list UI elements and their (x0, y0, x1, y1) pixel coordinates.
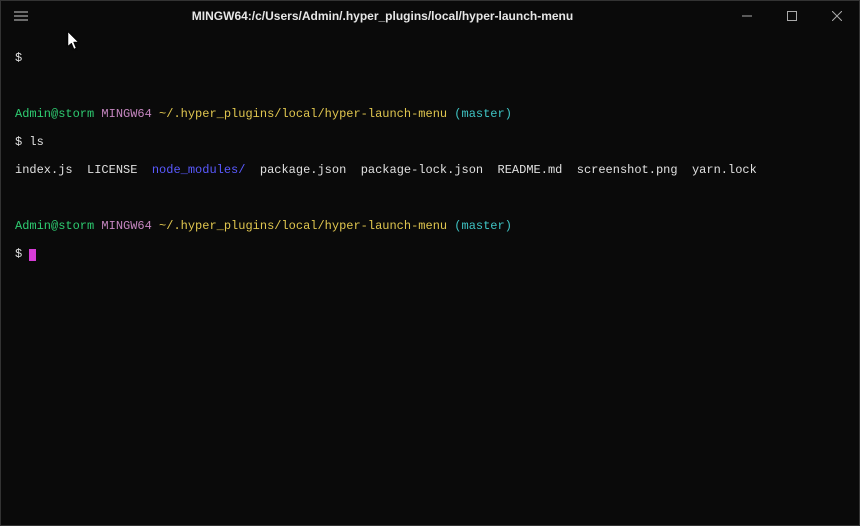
terminal-line: Admin@storm MINGW64 ~/.hyper_plugins/loc… (15, 107, 845, 121)
prompt-dollar: $ (15, 247, 29, 261)
close-button[interactable] (814, 1, 859, 31)
ls-item: package.json (260, 163, 346, 177)
ls-item-dir: node_modules/ (152, 163, 246, 177)
prompt-system: MINGW64 (101, 107, 151, 121)
terminal-line: Admin@storm MINGW64 ~/.hyper_plugins/loc… (15, 219, 845, 233)
minimize-icon (742, 11, 752, 21)
prompt-branch: (master) (454, 107, 512, 121)
terminal-line: $ (15, 247, 845, 261)
ls-item: yarn.lock (692, 163, 757, 177)
prompt-user: Admin@storm (15, 107, 94, 121)
prompt-user: Admin@storm (15, 219, 94, 233)
maximize-button[interactable] (769, 1, 814, 31)
terminal-line: $ ls (15, 135, 845, 149)
window-controls (724, 1, 859, 31)
prompt-path: ~/.hyper_plugins/local/hyper-launch-menu (159, 107, 447, 121)
terminal-line: $ (15, 51, 845, 65)
titlebar: MINGW64:/c/Users/Admin/.hyper_plugins/lo… (1, 1, 859, 31)
maximize-icon (787, 11, 797, 21)
close-icon (832, 11, 842, 21)
prompt-dollar: $ (15, 51, 22, 65)
hamburger-icon (14, 11, 28, 21)
prompt-system: MINGW64 (101, 219, 151, 233)
hamburger-menu-button[interactable] (1, 1, 41, 31)
ls-item: package-lock.json (361, 163, 483, 177)
window-title: MINGW64:/c/Users/Admin/.hyper_plugins/lo… (41, 9, 724, 23)
prompt-dollar: $ (15, 135, 29, 149)
terminal-line (15, 79, 845, 93)
minimize-button[interactable] (724, 1, 769, 31)
terminal-line: index.js LICENSE node_modules/ package.j… (15, 163, 845, 177)
prompt-branch: (master) (454, 219, 512, 233)
ls-item: screenshot.png (577, 163, 678, 177)
terminal-cursor (29, 249, 36, 261)
ls-item: LICENSE (87, 163, 137, 177)
command-text: ls (29, 135, 43, 149)
prompt-path: ~/.hyper_plugins/local/hyper-launch-menu (159, 219, 447, 233)
terminal-output[interactable]: $ Admin@storm MINGW64 ~/.hyper_plugins/l… (1, 31, 859, 281)
ls-item: index.js (15, 163, 73, 177)
terminal-line (15, 191, 845, 205)
ls-item: README.md (498, 163, 563, 177)
